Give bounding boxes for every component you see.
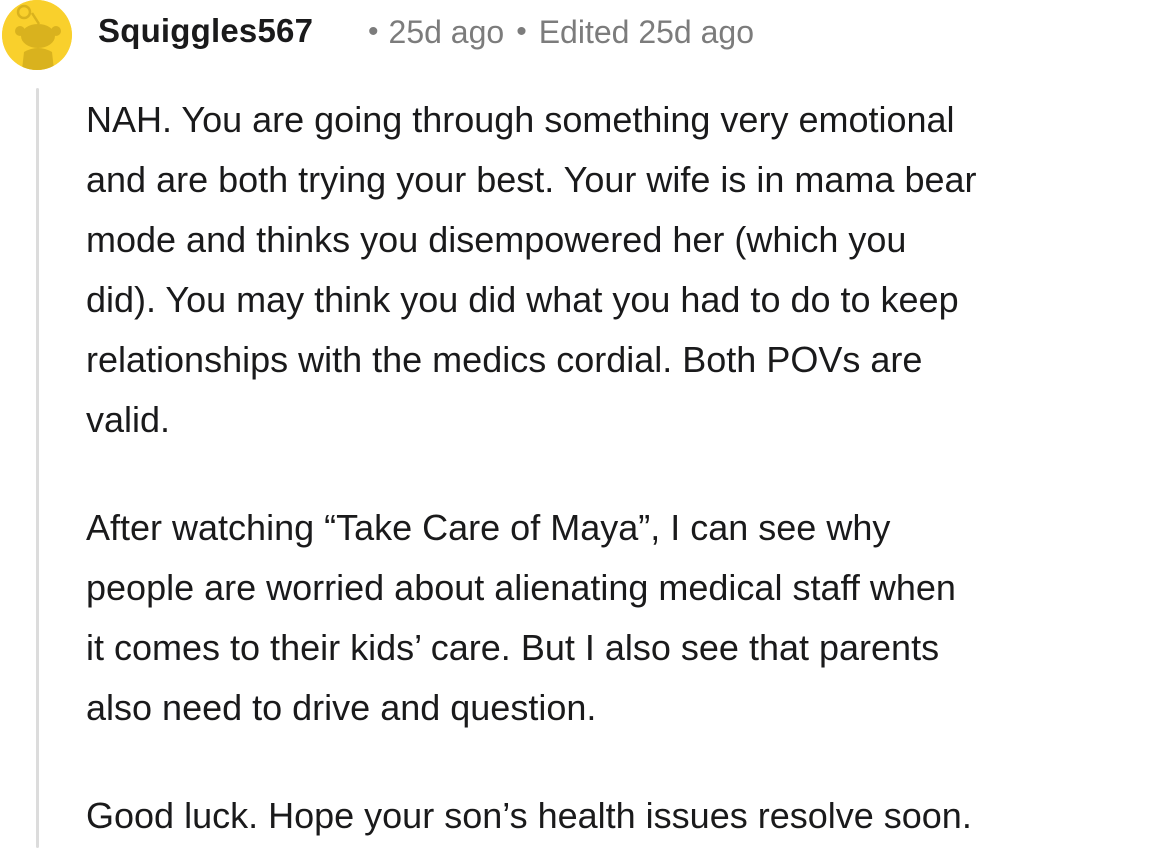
comment-edited-timestamp: Edited 25d ago xyxy=(538,14,754,50)
comment-body: NAH. You are going through something ver… xyxy=(86,90,1171,846)
comment-line: it comes to their kids’ care. But I also… xyxy=(86,627,940,668)
comment-line: also need to drive and question. xyxy=(86,687,597,728)
comment-line: and are both trying your best. Your wife… xyxy=(86,159,977,200)
comment-line: did). You may think you did what you had… xyxy=(86,279,959,320)
comment-line: people are worried about alienating medi… xyxy=(86,567,956,608)
meta-separator: • xyxy=(368,15,379,48)
comment-line: relationships with the medics cordial. B… xyxy=(86,339,923,380)
comment-line: valid. xyxy=(86,399,171,440)
comment-author[interactable]: Squiggles567 xyxy=(98,12,313,50)
comment-line: NAH. You are going through something ver… xyxy=(86,99,955,140)
snoo-avatar-icon xyxy=(2,0,72,70)
meta-separator: • xyxy=(516,15,527,48)
comment-timestamp: 25d ago xyxy=(388,14,505,50)
comment-line: After watching “Take Care of Maya”, I ca… xyxy=(86,507,891,548)
comment-line: mode and thinks you disempowered her (wh… xyxy=(86,219,907,260)
comment-line: Good luck. Hope your son’s health issues… xyxy=(86,795,972,836)
thread-collapse-line[interactable] xyxy=(36,88,39,848)
comment-meta: • 25d ago • Edited 25d ago xyxy=(368,14,754,51)
avatar[interactable] xyxy=(2,0,72,70)
